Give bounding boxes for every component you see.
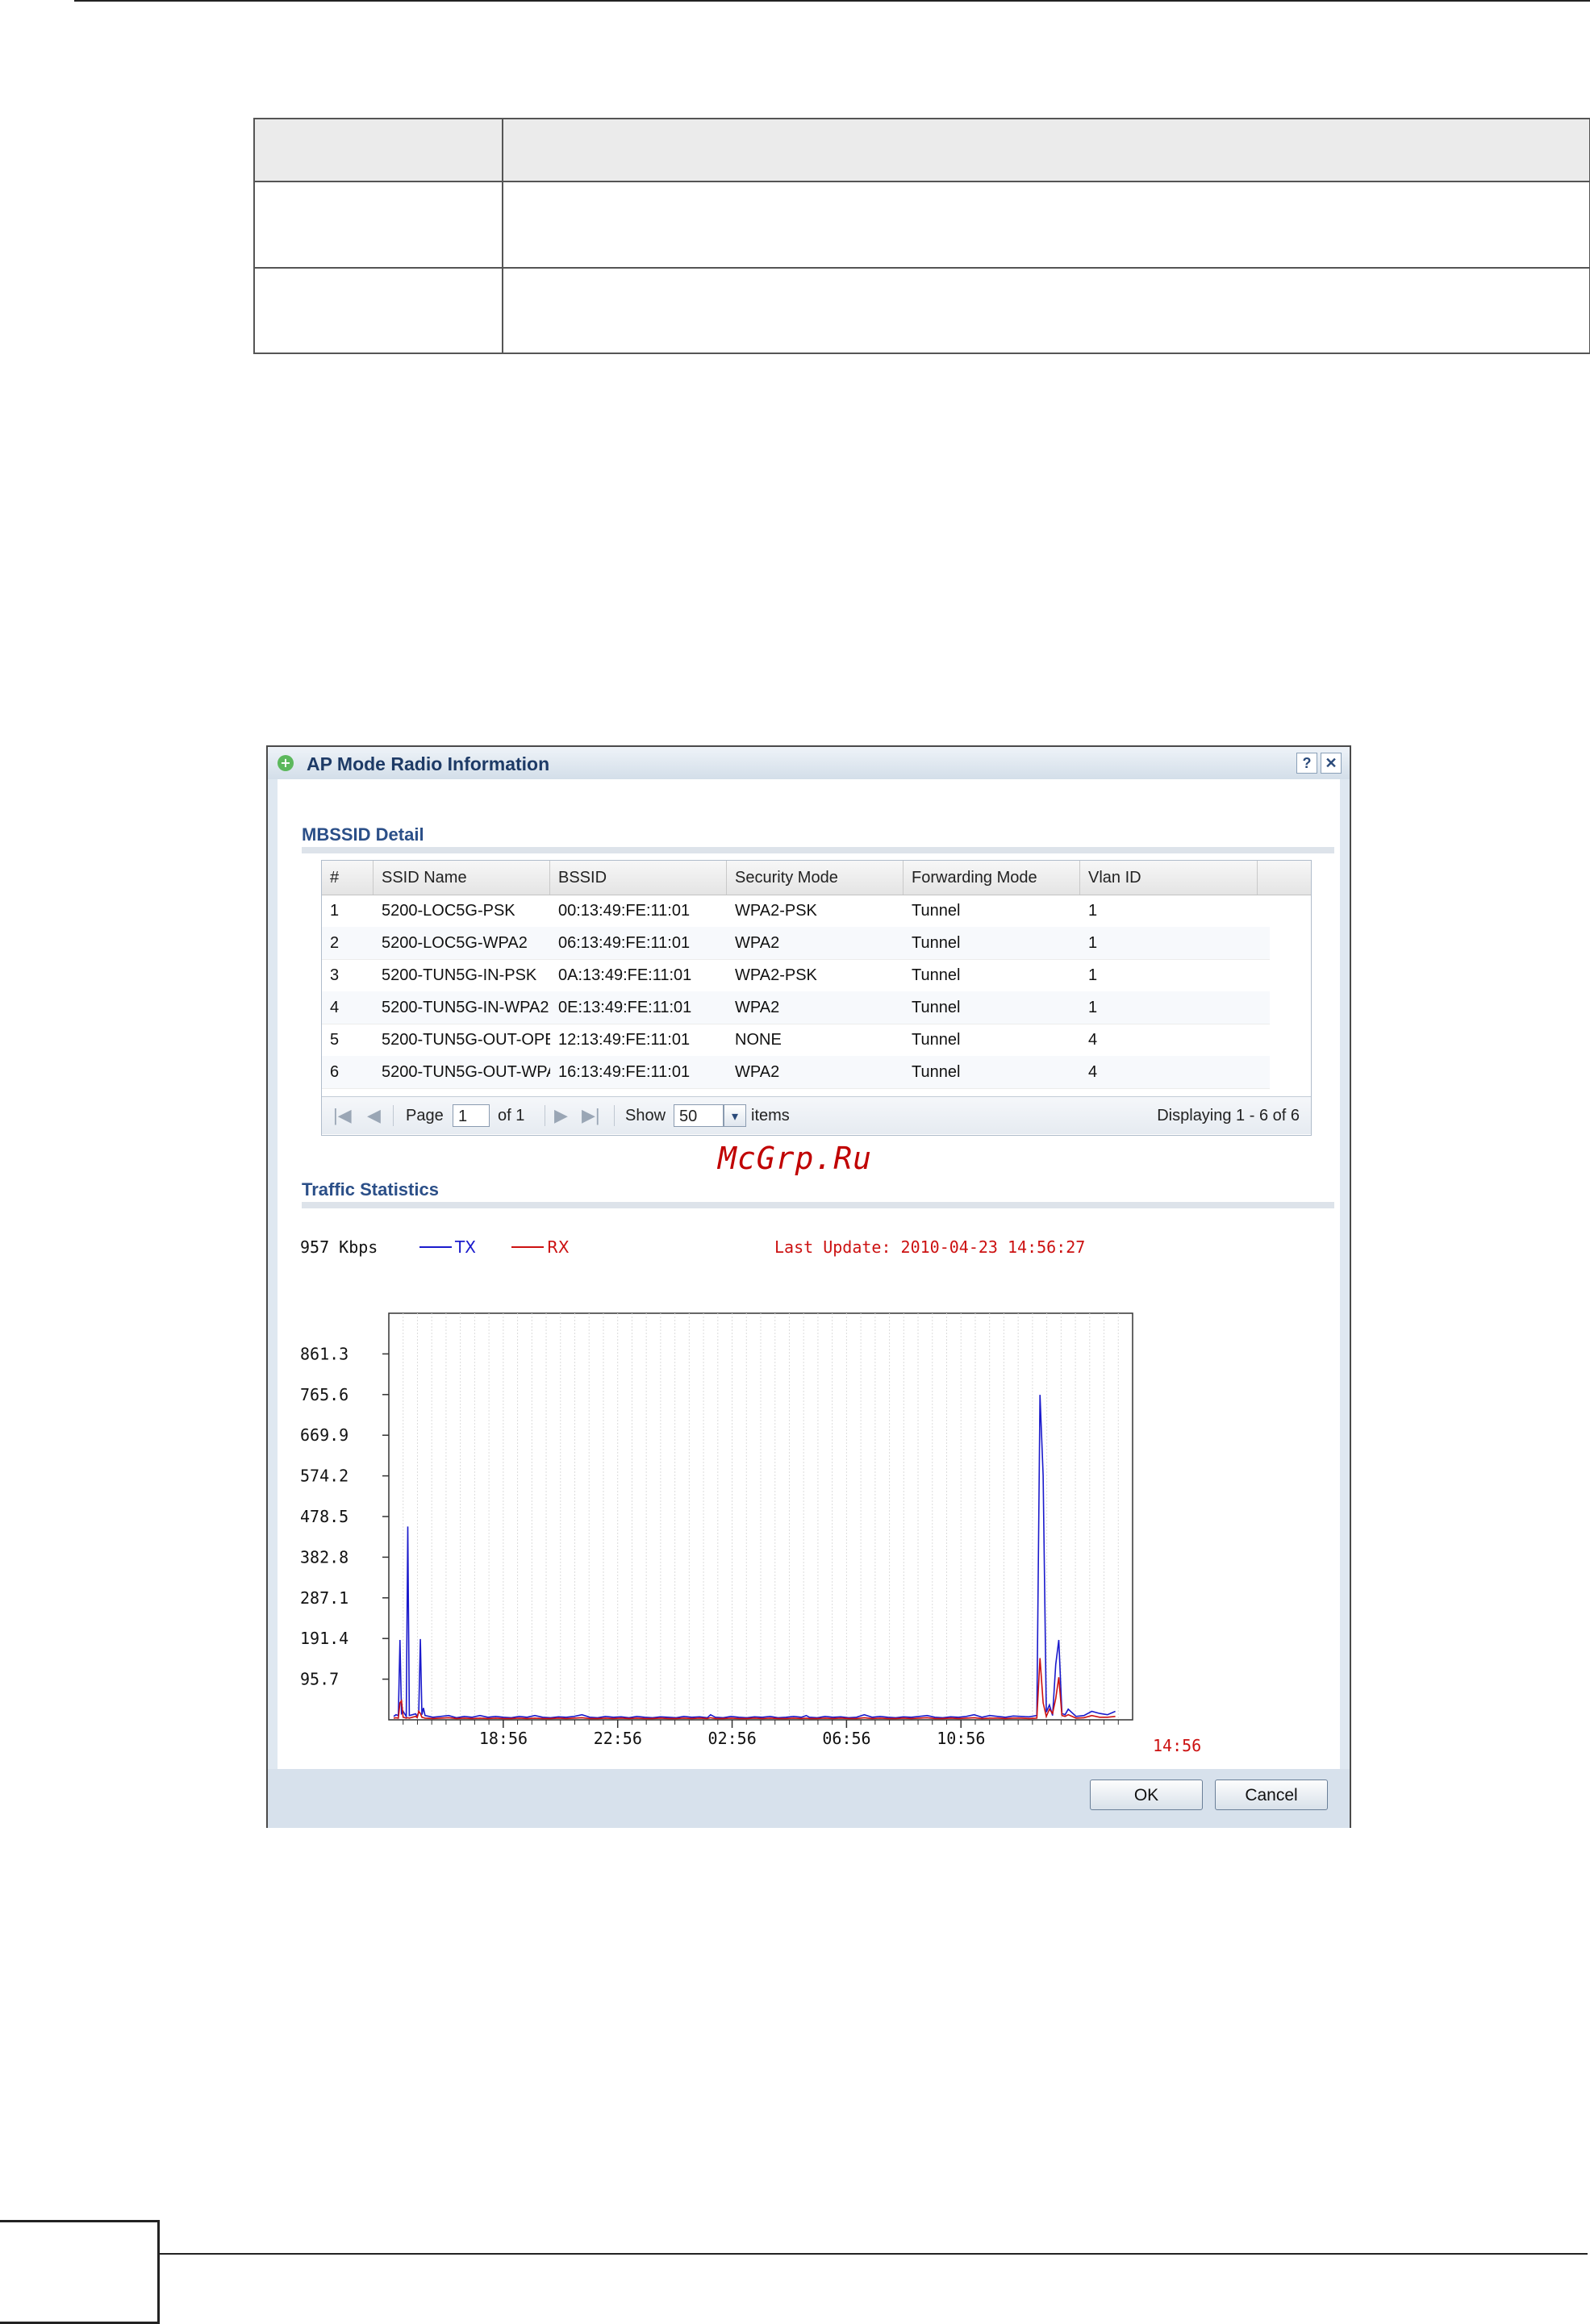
dialog-title: AP Mode Radio Information xyxy=(307,753,550,774)
ok-button[interactable]: OK xyxy=(1090,1780,1203,1810)
chart-unit-label: 957 Kbps xyxy=(300,1237,378,1257)
y-tick-label: 669.9 xyxy=(300,1425,348,1445)
chart-last-update: Last Update: 2010-04-23 14:56:27 xyxy=(774,1237,1085,1257)
watermark: McGrp.Ru xyxy=(718,1141,873,1176)
x-tick-label: 22:56 xyxy=(594,1729,642,1748)
chart-grid xyxy=(388,1312,1133,1721)
legend-rx-label: RX xyxy=(547,1237,570,1257)
x-tick-label: 18:56 xyxy=(479,1729,528,1748)
y-tick-label: 574.2 xyxy=(300,1467,348,1486)
y-tick-label: 382.8 xyxy=(300,1547,348,1567)
reference-table-row xyxy=(255,181,1589,269)
y-tick-label: 191.4 xyxy=(300,1629,348,1648)
page-bottom-rule xyxy=(160,2253,1588,2255)
y-tick-label: 861.3 xyxy=(300,1344,348,1363)
cancel-button[interactable]: Cancel xyxy=(1215,1780,1328,1810)
legend-tx-label: TX xyxy=(454,1237,476,1257)
plus-circle-icon: + xyxy=(278,755,294,771)
dialog-content: MBSSID Detail # SSID Name BSSID Security… xyxy=(278,779,1340,1769)
help-icon[interactable]: ? xyxy=(1296,753,1317,774)
close-icon[interactable]: ✕ xyxy=(1321,753,1342,774)
y-tick-label: 478.5 xyxy=(300,1507,348,1526)
x-tick-label: 06:56 xyxy=(822,1729,870,1748)
chart-x-end-label: 14:56 xyxy=(1153,1736,1201,1755)
x-tick-label: 02:56 xyxy=(708,1729,757,1748)
y-tick-label: 287.1 xyxy=(300,1588,348,1608)
page-number-box xyxy=(0,2220,160,2324)
traffic-chart: 861.3 765.6 669.9 574.2 478.5 382.8 287.1 191.4… xyxy=(300,1237,1201,1755)
y-tick-label: 765.6 xyxy=(300,1385,348,1404)
reference-table-divider xyxy=(502,119,503,353)
reference-table xyxy=(253,118,1590,354)
y-tick-label: 95.7 xyxy=(300,1670,339,1689)
dialog-titlebar[interactable]: + AP Mode Radio Information ? ✕ xyxy=(268,747,1350,779)
page-top-rule xyxy=(74,0,1590,2)
reference-table-header xyxy=(255,119,1589,182)
x-tick-label: 10:56 xyxy=(937,1729,985,1748)
ap-mode-radio-information-dialog: + AP Mode Radio Information ? ✕ MBSSID D… xyxy=(266,745,1351,1828)
